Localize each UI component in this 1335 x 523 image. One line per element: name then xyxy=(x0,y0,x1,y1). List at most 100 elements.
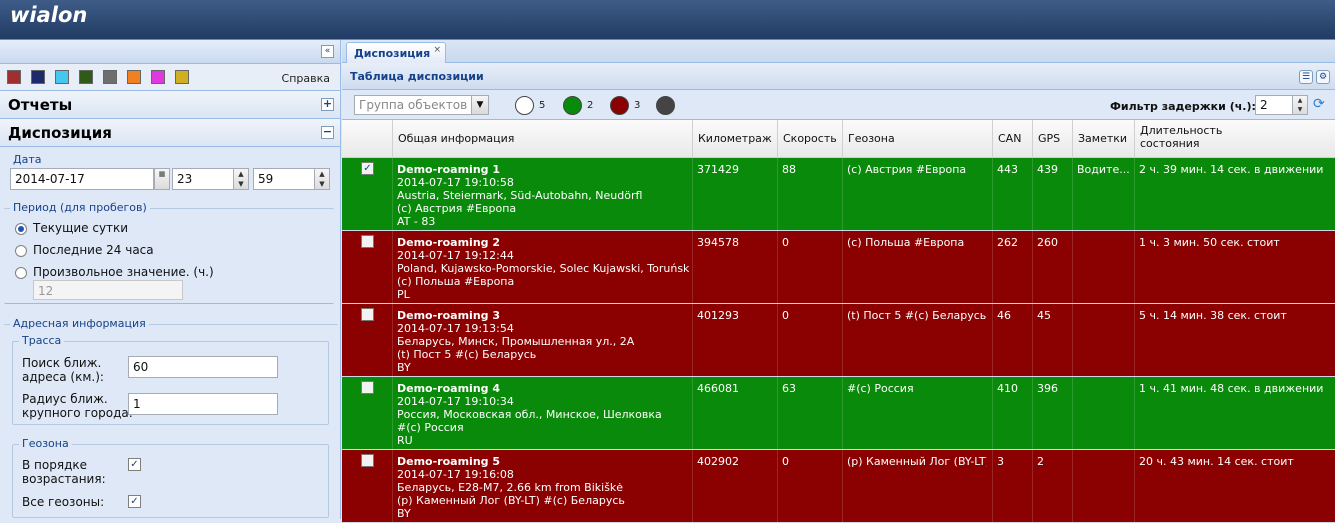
help-link[interactable]: Справка xyxy=(282,72,330,85)
col-mileage[interactable]: Километраж xyxy=(692,120,777,158)
city-radius-input[interactable]: 1 xyxy=(128,393,278,415)
calendar-icon[interactable]: ▦ xyxy=(154,168,170,190)
table-row[interactable]: Demo-roaming 4 2014-07-17 19:10:34 Россия,… xyxy=(342,377,1335,450)
table-row[interactable]: ✓ Demo-roaming 1 2014-07-17 19:10:58 Austri… xyxy=(342,158,1335,231)
table-row[interactable]: Demo-roaming 2 2014-07-17 19:12:44 Poland,… xyxy=(342,231,1335,304)
hour-stepper[interactable]: ▲ ▼ xyxy=(233,168,249,190)
search-address-label-2: адреса (км.): xyxy=(22,370,104,384)
column-divider xyxy=(842,377,843,449)
option-last-24h: Последние 24 часа xyxy=(33,243,154,257)
cell-speed: 0 xyxy=(782,236,789,249)
table-toolbar: Группа объектов ▼ 5 2 3 Фильтр задержки … xyxy=(342,90,1335,120)
table-row[interactable]: Demo-roaming 5 2014-07-17 19:16:08 Беларус… xyxy=(342,450,1335,523)
color-swatch-3[interactable] xyxy=(55,70,69,84)
row-checkbox[interactable] xyxy=(361,235,374,248)
delay-filter-input[interactable]: 2 xyxy=(1255,95,1293,115)
column-divider xyxy=(392,231,393,303)
all-objects-circle[interactable] xyxy=(515,96,534,115)
unit-address: Poland, Kujawsko-Pomorskie, Solec Kujaws… xyxy=(397,262,689,275)
col-duration[interactable]: Длительность состояния xyxy=(1134,120,1335,158)
column-divider xyxy=(1072,158,1073,230)
columns-icon[interactable]: ☰ xyxy=(1299,70,1313,84)
column-divider xyxy=(392,377,393,449)
cell-speed: 0 xyxy=(782,309,789,322)
date-input[interactable]: 2014-07-17 xyxy=(10,168,154,190)
column-divider xyxy=(1032,377,1033,449)
row-checkbox[interactable] xyxy=(361,308,374,321)
column-divider xyxy=(1134,158,1135,230)
table-row[interactable]: Demo-roaming 3 2014-07-17 19:13:54 Беларус… xyxy=(342,304,1335,377)
column-divider xyxy=(1032,450,1033,522)
col-duration-line2: состояния xyxy=(1140,137,1200,150)
stopped-objects-circle[interactable] xyxy=(610,96,629,115)
cell-general-info: Demo-roaming 3 2014-07-17 19:13:54 Беларус… xyxy=(397,309,689,374)
minute-stepper[interactable]: ▲ ▼ xyxy=(314,168,330,190)
hour-input[interactable]: 23 xyxy=(172,168,234,190)
column-divider xyxy=(992,304,993,376)
reports-section[interactable]: Отчеты + xyxy=(0,91,340,119)
unit-time: 2014-07-17 19:12:44 xyxy=(397,249,514,262)
column-divider xyxy=(1072,450,1073,522)
ascending-checkbox[interactable]: ✓ xyxy=(128,458,141,471)
tab-disposition[interactable]: Диспозиция × xyxy=(346,42,446,63)
color-swatch-2[interactable] xyxy=(31,70,45,84)
custom-hours-input[interactable]: 12 xyxy=(33,280,183,300)
column-divider xyxy=(1072,231,1073,303)
cell-geozone: #(c) Россия xyxy=(847,382,914,395)
unit-address: Россия, Московская обл., Минское, Шелков… xyxy=(397,408,662,421)
cell-can: 410 xyxy=(997,382,1018,395)
color-swatch-6[interactable] xyxy=(127,70,141,84)
refresh-icon[interactable]: ⟳ xyxy=(1313,96,1325,112)
unit-name[interactable]: Demo-roaming 1 xyxy=(397,163,500,176)
col-speed[interactable]: Скорость xyxy=(777,120,842,158)
column-divider xyxy=(777,304,778,376)
radio-custom[interactable] xyxy=(15,267,27,279)
collapse-icon[interactable]: − xyxy=(321,126,334,139)
sidebar-header: « xyxy=(0,40,340,64)
disposition-section[interactable]: Диспозиция − xyxy=(0,119,340,147)
close-tab-icon[interactable]: × xyxy=(433,45,441,55)
delay-filter-stepper[interactable]: ▲ ▼ xyxy=(1292,95,1308,115)
unit-name[interactable]: Demo-roaming 2 xyxy=(397,236,500,249)
unit-country: AT - 83 xyxy=(397,215,436,228)
col-geozone[interactable]: Геозона xyxy=(842,120,992,158)
col-can[interactable]: CAN xyxy=(992,120,1032,158)
column-divider xyxy=(392,304,393,376)
column-divider xyxy=(992,377,993,449)
color-swatch-1[interactable] xyxy=(7,70,21,84)
tab-disposition-label: Диспозиция xyxy=(354,47,431,60)
minute-input[interactable]: 59 xyxy=(253,168,315,190)
col-general-info[interactable]: Общая информация xyxy=(392,120,692,158)
row-checkbox[interactable] xyxy=(361,381,374,394)
unit-name[interactable]: Demo-roaming 4 xyxy=(397,382,500,395)
object-group-select[interactable]: Группа объектов xyxy=(354,95,489,115)
cell-duration: 1 ч. 41 мин. 48 сек. в движении xyxy=(1139,382,1324,395)
unit-zone: (t) Пост 5 #(c) Беларусь xyxy=(397,348,537,361)
radio-current-day[interactable] xyxy=(15,223,27,235)
panel-title: Таблица диспозиции xyxy=(350,70,484,83)
chevron-down-icon[interactable]: ▼ xyxy=(471,95,489,115)
expand-icon[interactable]: + xyxy=(321,98,334,111)
col-notes[interactable]: Заметки xyxy=(1072,120,1134,158)
search-radius-input[interactable]: 60 xyxy=(128,356,278,378)
option-custom: Произвольное значение. (ч.) xyxy=(33,265,214,279)
disposition-title: Диспозиция xyxy=(8,124,112,142)
moving-objects-circle[interactable] xyxy=(563,96,582,115)
all-geozones-checkbox[interactable]: ✓ xyxy=(128,495,141,508)
offline-objects-circle[interactable] xyxy=(656,96,675,115)
city-radius-label: Радиус ближ. xyxy=(22,392,108,406)
collapse-sidebar-icon[interactable]: « xyxy=(321,45,334,58)
color-swatch-5[interactable] xyxy=(103,70,117,84)
color-swatch-8[interactable] xyxy=(175,70,189,84)
color-swatch-4[interactable] xyxy=(79,70,93,84)
col-gps[interactable]: GPS xyxy=(1032,120,1072,158)
unit-name[interactable]: Demo-roaming 3 xyxy=(397,309,500,322)
row-checkbox[interactable]: ✓ xyxy=(361,162,374,175)
cell-speed: 63 xyxy=(782,382,796,395)
color-swatch-7[interactable] xyxy=(151,70,165,84)
radio-last-24h[interactable] xyxy=(15,245,27,257)
row-checkbox[interactable] xyxy=(361,454,374,467)
cell-general-info: Demo-roaming 5 2014-07-17 19:16:08 Беларус… xyxy=(397,455,689,520)
unit-name[interactable]: Demo-roaming 5 xyxy=(397,455,500,468)
settings-icon[interactable]: ⚙ xyxy=(1316,70,1330,84)
